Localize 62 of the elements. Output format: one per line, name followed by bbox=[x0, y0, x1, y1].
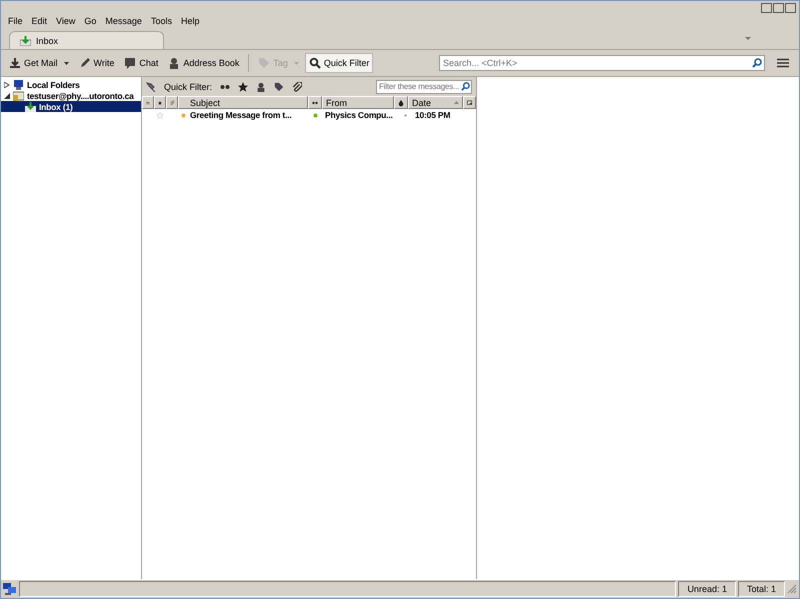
sort-icon bbox=[454, 101, 459, 104]
getmail-icon bbox=[9, 57, 21, 69]
folder-item[interactable]: Inbox (1) bbox=[1, 101, 141, 112]
toolbar-button[interactable]: Quick Filter bbox=[304, 53, 374, 73]
column-header[interactable]: Subject bbox=[178, 96, 308, 109]
message-row[interactable]: Greeting Message from t... Physics Compu... 10:05 PM bbox=[142, 109, 476, 121]
quickfilter-icon bbox=[308, 57, 321, 69]
caret-icon[interactable] bbox=[64, 62, 69, 64]
tag-icon[interactable] bbox=[274, 82, 284, 92]
menu-item[interactable]: Message bbox=[105, 16, 142, 26]
message-sender: Physics Compu... bbox=[324, 110, 394, 120]
folder-item[interactable]: Local Folders bbox=[1, 79, 141, 90]
toolbar-button[interactable]: Address Book bbox=[164, 53, 244, 73]
write-icon bbox=[78, 57, 91, 69]
toolbar-button[interactable]: Write bbox=[74, 53, 118, 73]
unread-count: Unread: 1 bbox=[678, 581, 736, 597]
expand-icon[interactable] bbox=[4, 82, 10, 88]
menu-icon[interactable] bbox=[777, 58, 789, 68]
thread-icon bbox=[146, 98, 150, 106]
search-icon[interactable] bbox=[752, 58, 762, 68]
toolbar-button[interactable]: Chat bbox=[120, 53, 162, 73]
menu-item[interactable]: View bbox=[56, 16, 76, 26]
column-header[interactable]: From bbox=[322, 96, 394, 109]
search-icon[interactable] bbox=[461, 82, 470, 90]
attachment-icon[interactable] bbox=[292, 82, 302, 92]
junk-dot-icon[interactable] bbox=[404, 114, 406, 116]
menu-item[interactable]: File bbox=[8, 16, 23, 26]
message-date: 10:05 PM bbox=[414, 110, 452, 120]
menu-item[interactable]: Help bbox=[180, 16, 200, 26]
pin-icon[interactable] bbox=[146, 82, 156, 92]
collapse-icon[interactable] bbox=[4, 92, 10, 98]
column-header[interactable] bbox=[154, 96, 166, 109]
contact-icon[interactable] bbox=[256, 82, 266, 92]
chat-icon bbox=[124, 57, 136, 69]
column-header[interactable] bbox=[166, 96, 178, 109]
menu-item[interactable]: Tools bbox=[150, 16, 172, 26]
inbox-icon bbox=[20, 36, 31, 46]
attachment-icon bbox=[170, 98, 174, 106]
network-icon[interactable] bbox=[3, 583, 17, 595]
column-picker-icon bbox=[467, 98, 472, 106]
toolbar-button[interactable]: Get Mail bbox=[5, 53, 73, 73]
search-field[interactable]: Search... <Ctrl+K> bbox=[439, 55, 765, 71]
tab[interactable]: Inbox bbox=[9, 31, 164, 49]
star-icon[interactable] bbox=[238, 82, 248, 92]
unread-dot-icon[interactable] bbox=[312, 112, 318, 118]
column-header[interactable]: Date bbox=[408, 96, 463, 109]
column-header[interactable] bbox=[394, 96, 408, 109]
quick-filter-label: Quick Filter: bbox=[164, 82, 212, 92]
resize-grip-icon[interactable] bbox=[787, 584, 797, 594]
menu-item[interactable]: Go bbox=[84, 16, 96, 26]
star-icon bbox=[158, 98, 162, 106]
column-header[interactable] bbox=[463, 96, 476, 109]
thread-dot-icon bbox=[181, 112, 186, 118]
total-count: Total: 1 bbox=[738, 581, 785, 597]
tag-icon bbox=[258, 57, 270, 69]
addressbook-icon bbox=[168, 57, 180, 69]
filter-field[interactable]: Filter these messages... bbox=[376, 80, 472, 94]
message-subject: Greeting Message from t... bbox=[190, 110, 292, 120]
column-header[interactable] bbox=[308, 96, 322, 109]
star-icon[interactable] bbox=[157, 110, 163, 120]
menu-item[interactable]: Edit bbox=[32, 16, 48, 26]
folder-item[interactable]: testuser@phy....utoronto.ca bbox=[1, 90, 141, 101]
